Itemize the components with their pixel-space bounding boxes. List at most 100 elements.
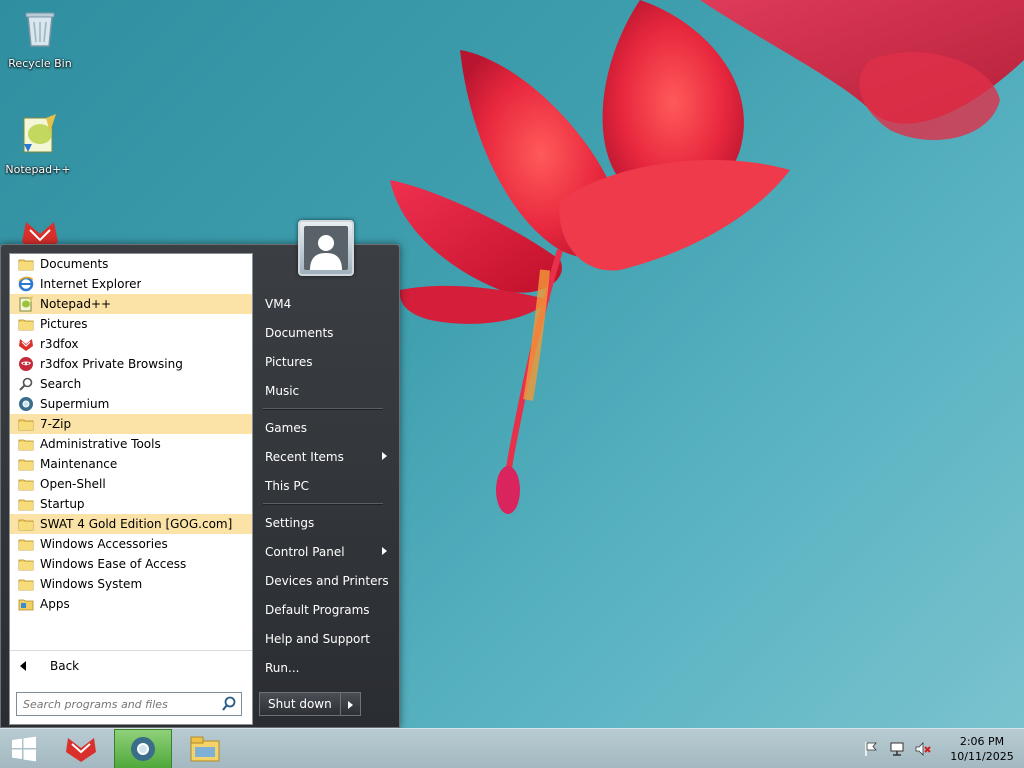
separator — [257, 405, 397, 413]
folder-icon — [18, 536, 34, 552]
folder-icon — [18, 476, 34, 492]
folder-icon — [18, 556, 34, 572]
clock-date: 10/11/2025 — [950, 750, 1014, 763]
program-item[interactable]: Open-Shell — [10, 474, 252, 494]
back-button[interactable]: Back — [10, 650, 252, 680]
desktop-icon-recycle-bin[interactable]: Recycle Bin — [2, 6, 78, 70]
supermium-icon — [18, 396, 34, 412]
help-support-link[interactable]: Help and Support — [257, 624, 397, 653]
start-button[interactable] — [0, 729, 48, 768]
folder-icon — [18, 316, 34, 332]
places-pane: VM4 Documents Pictures Music Games Recen… — [257, 289, 397, 682]
program-label: Apps — [40, 597, 70, 611]
program-item[interactable]: Documents — [10, 254, 252, 274]
volume-muted-icon[interactable] — [914, 740, 932, 758]
user-icon — [304, 226, 348, 270]
desktop-icon-label: Recycle Bin — [8, 57, 72, 70]
program-item[interactable]: Pictures — [10, 314, 252, 334]
settings-link[interactable]: Settings — [257, 508, 397, 537]
program-item[interactable]: Windows Ease of Access — [10, 554, 252, 574]
music-link[interactable]: Music — [257, 376, 397, 405]
windows-logo-icon — [12, 736, 36, 762]
program-item[interactable]: Supermium — [10, 394, 252, 414]
shutdown-button[interactable]: Shut down — [259, 692, 341, 716]
program-label: SWAT 4 Gold Edition [GOG.com] — [40, 517, 233, 531]
program-item[interactable]: Notepad++ — [10, 294, 252, 314]
user-avatar[interactable] — [298, 220, 354, 276]
program-item[interactable]: 7-Zip — [10, 414, 252, 434]
submenu-arrow-icon — [382, 547, 387, 555]
start-menu: Documents Internet Explorer Notepad++ Pictu… — [0, 244, 400, 728]
taskbar: 2:06 PM 10/11/2025 — [0, 728, 1024, 768]
search-input[interactable] — [17, 694, 220, 714]
desktop-icon-notepadpp[interactable]: Notepad++ — [0, 112, 76, 176]
apps-folder-icon — [18, 596, 34, 612]
devices-printers-link[interactable]: Devices and Printers — [257, 566, 397, 595]
program-item[interactable]: Search — [10, 374, 252, 394]
network-icon[interactable] — [888, 740, 906, 758]
folder-icon — [18, 256, 34, 272]
program-label: Windows Accessories — [40, 537, 168, 551]
search-box[interactable] — [16, 692, 242, 716]
control-panel-link[interactable]: Control Panel — [257, 537, 397, 566]
submenu-arrow-icon — [382, 452, 387, 460]
internet-explorer-icon — [18, 276, 34, 292]
program-item[interactable]: Maintenance — [10, 454, 252, 474]
program-label: Notepad++ — [40, 297, 112, 311]
clock[interactable]: 2:06 PM 10/11/2025 — [940, 734, 1024, 764]
program-item[interactable]: Startup — [10, 494, 252, 514]
program-label: Documents — [40, 257, 109, 271]
r3dfox-icon — [18, 336, 34, 352]
this-pc-link[interactable]: This PC — [257, 471, 397, 500]
program-label: 7-Zip — [40, 417, 72, 431]
desktop-icon-label: Notepad++ — [5, 163, 71, 176]
program-label: Search — [40, 377, 82, 391]
run-link[interactable]: Run... — [257, 653, 397, 682]
documents-link[interactable]: Documents — [257, 318, 397, 347]
pictures-link[interactable]: Pictures — [257, 347, 397, 376]
folder-icon — [18, 416, 34, 432]
program-item[interactable]: r3dfox Private Browsing — [10, 354, 252, 374]
folder-icon — [18, 436, 34, 452]
programs-pane: Documents Internet Explorer Notepad++ Pictu… — [9, 253, 253, 725]
program-label: Internet Explorer — [40, 277, 142, 291]
program-label: r3dfox — [40, 337, 79, 351]
taskbar-file-explorer[interactable] — [176, 729, 234, 768]
file-explorer-icon — [190, 736, 220, 762]
program-item[interactable]: Administrative Tools — [10, 434, 252, 454]
program-label: Administrative Tools — [40, 437, 161, 451]
program-label: Open-Shell — [40, 477, 106, 491]
action-center-flag-icon[interactable] — [862, 740, 880, 758]
search-icon — [18, 376, 34, 392]
notepadpp-icon — [23, 114, 56, 153]
taskbar-supermium[interactable] — [114, 729, 172, 768]
program-item[interactable]: Apps — [10, 594, 252, 614]
program-item[interactable]: SWAT 4 Gold Edition [GOG.com] — [10, 514, 252, 534]
folder-icon — [18, 456, 34, 472]
taskbar-r3dfox[interactable] — [52, 729, 110, 768]
program-label: r3dfox Private Browsing — [40, 357, 183, 371]
program-item[interactable]: Windows Accessories — [10, 534, 252, 554]
program-label: Windows Ease of Access — [40, 557, 187, 571]
recent-items-link[interactable]: Recent Items — [257, 442, 397, 471]
games-link[interactable]: Games — [257, 413, 397, 442]
program-item[interactable]: Internet Explorer — [10, 274, 252, 294]
back-arrow-icon — [20, 660, 26, 671]
folder-icon — [18, 496, 34, 512]
shutdown-options-button[interactable] — [340, 692, 361, 716]
default-programs-link[interactable]: Default Programs — [257, 595, 397, 624]
back-label: Back — [50, 658, 80, 673]
program-item[interactable]: r3dfox — [10, 334, 252, 354]
notepadpp-icon — [18, 296, 34, 312]
r3dfox-private-icon — [18, 356, 34, 372]
separator — [257, 500, 397, 508]
search-icon[interactable] — [220, 695, 238, 713]
program-label: Supermium — [40, 397, 110, 411]
system-tray: 2:06 PM 10/11/2025 — [862, 729, 1024, 768]
folder-icon — [18, 576, 34, 592]
program-label: Startup — [40, 497, 85, 511]
user-folder-link[interactable]: VM4 — [257, 289, 397, 318]
program-item[interactable]: Windows System — [10, 574, 252, 594]
r3dfox-icon — [66, 738, 96, 762]
supermium-icon — [131, 737, 155, 761]
